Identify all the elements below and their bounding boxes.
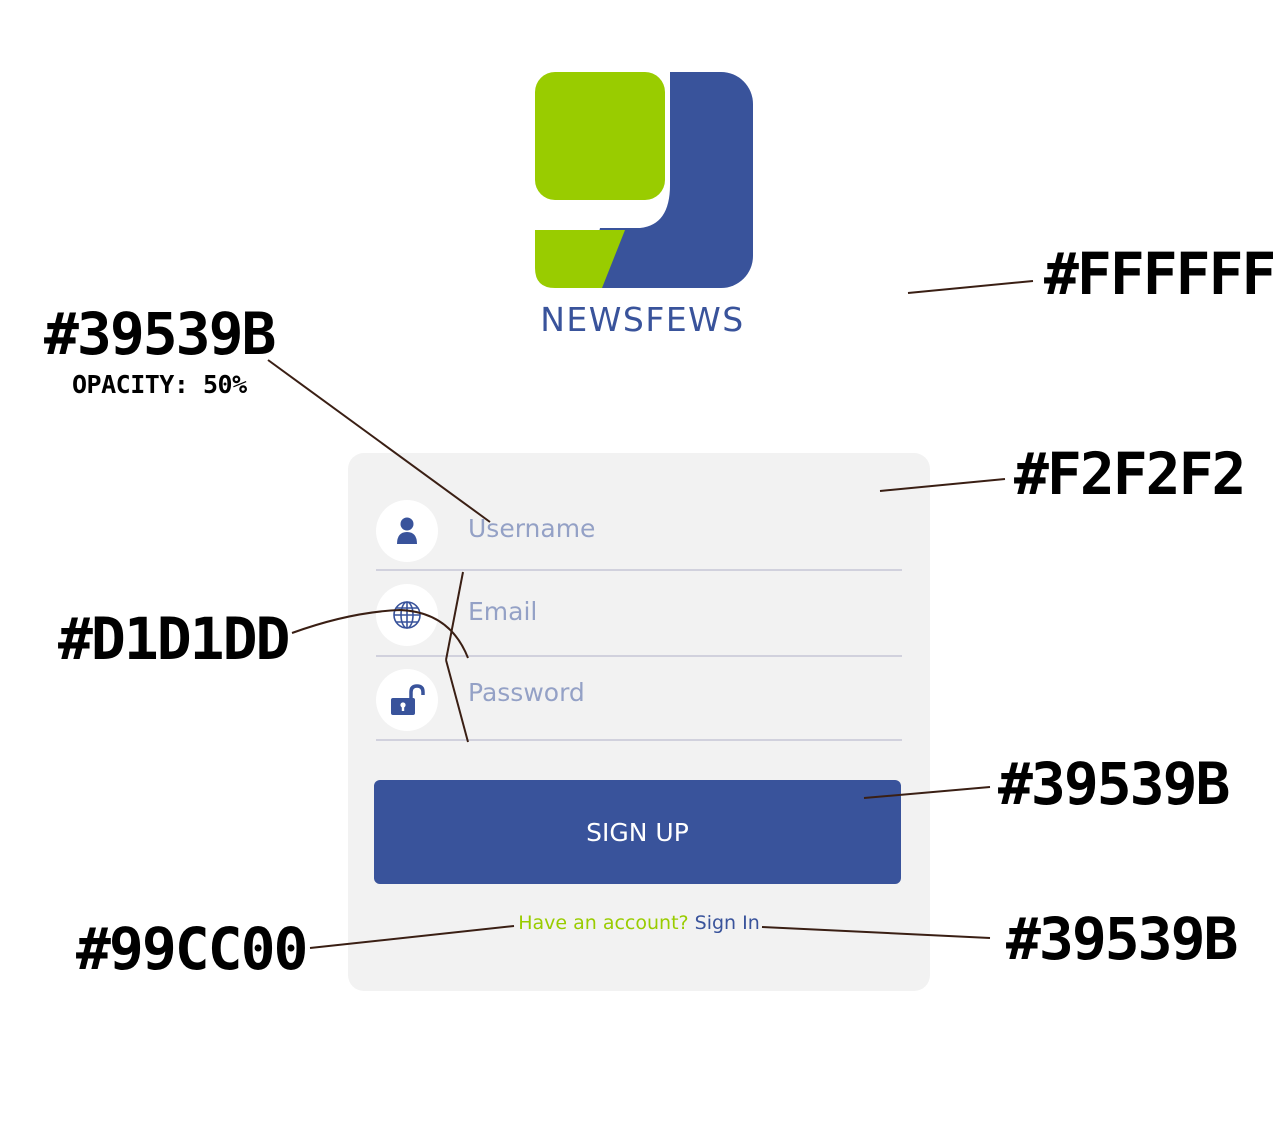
annotation-placeholder-opacity: OPACITY: 50% — [72, 370, 247, 399]
annotation-placeholder-color: #39539B — [44, 300, 276, 368]
annotation-signin-color: #39539B — [1006, 905, 1238, 973]
annotation-button-color: #39539B — [998, 750, 1230, 818]
annotation-card-color: #F2F2F2 — [1014, 440, 1246, 508]
annotation-divider-color: #D1D1DD — [58, 605, 290, 673]
annotation-background-color: #FFFFFF — [1044, 240, 1276, 308]
annotation-have-account-color: #99CC00 — [76, 915, 308, 983]
